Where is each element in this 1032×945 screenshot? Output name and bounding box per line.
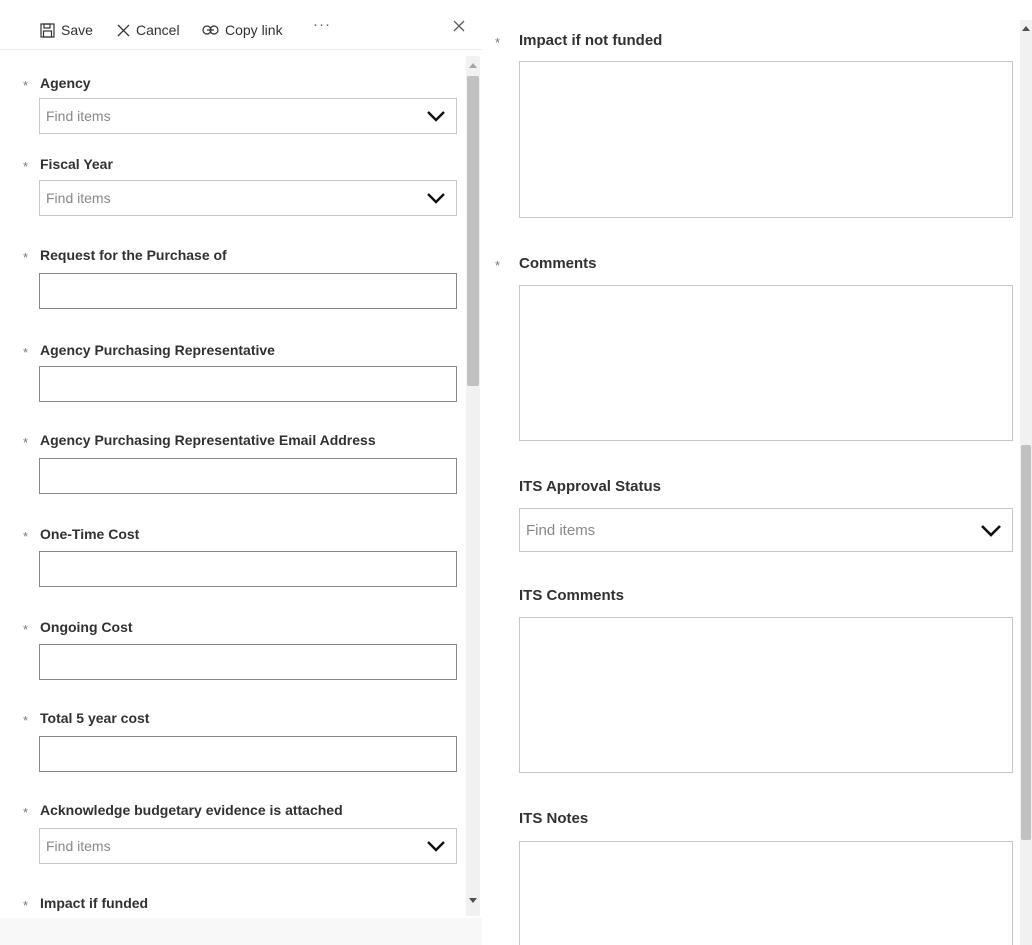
impact-funded-label: Impact if funded: [40, 895, 149, 911]
edit-form-panel-right: * Impact if not funded * Comments ITS Ap…: [482, 0, 1032, 945]
comments-textarea[interactable]: [519, 285, 1013, 441]
total-5-year-cost-input[interactable]: [39, 736, 457, 772]
chevron-down-icon: [426, 192, 446, 204]
required-marker: *: [23, 622, 29, 637]
required-marker: *: [23, 898, 29, 913]
left-scrollbar-thumb[interactable]: [467, 76, 479, 386]
fiscal-year-placeholder: Find items: [46, 190, 111, 206]
one-time-cost-input[interactable]: [39, 551, 457, 587]
purchasing-rep-input[interactable]: [39, 366, 457, 402]
cancel-icon: [117, 24, 130, 37]
save-label: Save: [61, 22, 93, 38]
required-marker: *: [23, 713, 29, 728]
save-icon: [40, 22, 55, 38]
chevron-down-icon: [426, 840, 446, 852]
close-icon[interactable]: [450, 17, 468, 35]
agency-label: Agency: [40, 75, 91, 91]
agency-dropdown[interactable]: Find items: [39, 98, 457, 134]
scroll-down-icon[interactable]: [469, 898, 477, 903]
required-marker: *: [23, 805, 29, 820]
request-purchase-label: Request for the Purchase of: [40, 247, 227, 263]
more-options-button[interactable]: ···: [313, 16, 331, 33]
required-marker: *: [23, 435, 29, 450]
right-scrollbar-thumb[interactable]: [1021, 445, 1031, 840]
rep-email-label: Agency Purchasing Representative Email A…: [40, 432, 376, 448]
scroll-up-icon[interactable]: [469, 63, 477, 68]
command-bar: Save Cancel Copy link ···: [0, 0, 482, 50]
its-approval-status-placeholder: Find items: [526, 521, 596, 539]
ongoing-cost-input[interactable]: [39, 644, 457, 680]
acknowledge-evidence-placeholder: Find items: [46, 838, 111, 854]
chevron-down-icon: [426, 110, 446, 122]
impact-not-funded-textarea[interactable]: [519, 61, 1013, 218]
required-marker: *: [23, 250, 29, 265]
chevron-down-icon: [980, 524, 1002, 537]
agency-placeholder: Find items: [46, 108, 111, 124]
its-approval-status-dropdown[interactable]: Find items: [519, 508, 1013, 552]
fiscal-year-label: Fiscal Year: [40, 156, 113, 172]
required-marker: *: [495, 35, 501, 50]
fiscal-year-dropdown[interactable]: Find items: [39, 180, 457, 216]
one-time-cost-label: One-Time Cost: [40, 526, 140, 542]
required-marker: *: [495, 258, 501, 273]
copy-link-label: Copy link: [225, 22, 283, 38]
scroll-up-icon[interactable]: [1022, 26, 1030, 31]
copy-link-button[interactable]: Copy link: [202, 18, 283, 42]
acknowledge-evidence-label: Acknowledge budgetary evidence is attach…: [40, 802, 343, 818]
required-marker: *: [23, 78, 29, 93]
edit-form-panel-left: Save Cancel Copy link ··· * Agency Find …: [0, 0, 482, 945]
ongoing-cost-label: Ongoing Cost: [40, 619, 133, 635]
comments-label: Comments: [519, 255, 597, 272]
impact-not-funded-label: Impact if not funded: [519, 32, 663, 49]
total-5-year-cost-label: Total 5 year cost: [40, 710, 150, 726]
cancel-label: Cancel: [136, 22, 180, 38]
acknowledge-evidence-dropdown[interactable]: Find items: [39, 828, 457, 864]
its-comments-textarea[interactable]: [519, 617, 1013, 773]
save-button[interactable]: Save: [40, 18, 93, 42]
its-notes-label: ITS Notes: [519, 810, 589, 827]
rep-email-input[interactable]: [39, 458, 457, 494]
cancel-button[interactable]: Cancel: [117, 18, 180, 42]
panel-footer: [0, 918, 482, 945]
its-approval-status-label: ITS Approval Status: [519, 478, 661, 495]
link-icon: [202, 24, 219, 36]
required-marker: *: [23, 159, 29, 174]
request-purchase-input[interactable]: [39, 273, 457, 309]
its-comments-label: ITS Comments: [519, 587, 625, 604]
purchasing-rep-label: Agency Purchasing Representative: [40, 342, 275, 358]
required-marker: *: [23, 529, 29, 544]
required-marker: *: [23, 345, 29, 360]
its-notes-textarea[interactable]: [519, 841, 1013, 945]
